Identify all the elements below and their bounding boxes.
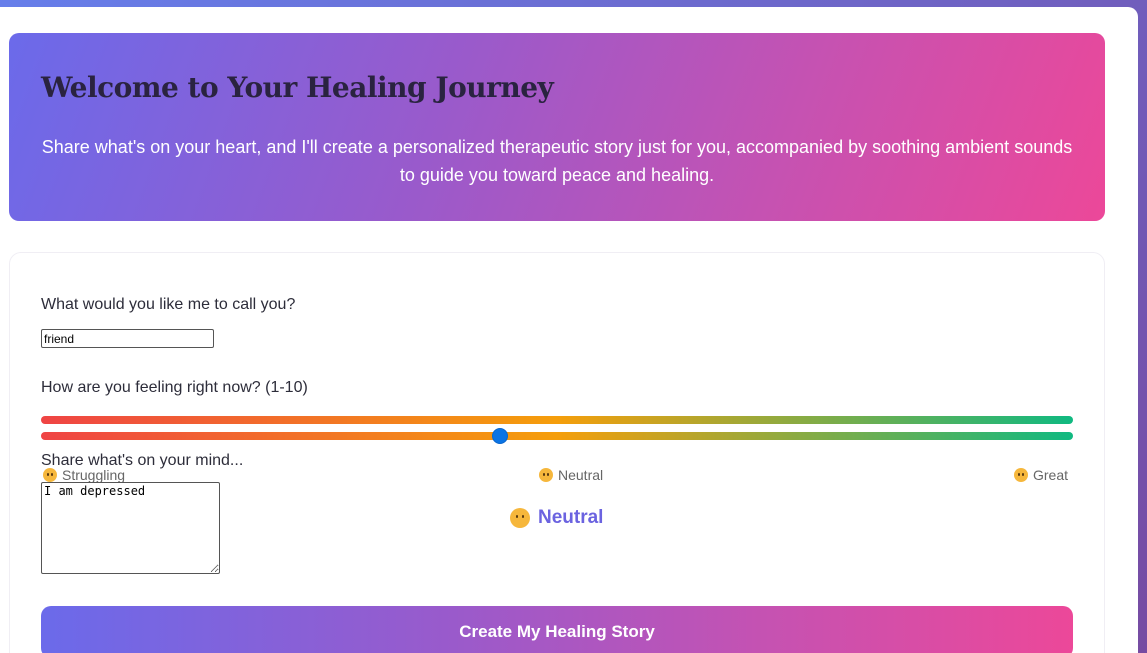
scale-high: Great <box>1014 467 1068 483</box>
hero-banner: Welcome to Your Healing Journey Share wh… <box>9 33 1105 221</box>
create-story-button-label: Create My Healing Story <box>459 622 655 641</box>
scale-high-label: Great <box>1033 467 1069 483</box>
sad-face-icon <box>43 468 57 482</box>
hero-subtitle: Share what's on your heart, and I'll cre… <box>41 137 1073 185</box>
name-input[interactable] <box>41 329 214 348</box>
mood-gradient-bar <box>41 416 1073 424</box>
create-story-button[interactable]: Create My Healing Story <box>41 606 1073 653</box>
neutral-face-icon <box>510 508 530 528</box>
mood-current-label: Neutral <box>538 507 604 528</box>
scale-low: Struggling <box>43 467 125 483</box>
name-label: What would you like me to call you? <box>41 296 296 313</box>
scale-mid: Neutral <box>539 467 603 483</box>
mood-slider-thumb[interactable] <box>492 428 508 444</box>
mood-slider-track[interactable] <box>41 432 1073 440</box>
scale-low-label: Struggling <box>62 467 126 483</box>
mind-textarea[interactable]: I am depressed <box>41 482 220 574</box>
scale-mid-label: Neutral <box>558 467 604 483</box>
neutral-face-icon <box>539 468 553 482</box>
page-title: Welcome to Your Healing Journey <box>41 71 554 104</box>
smile-face-icon <box>1014 468 1028 482</box>
mood-label: How are you feeling right now? (1-10) <box>41 379 308 396</box>
mood-current-display: Neutral <box>510 507 603 529</box>
